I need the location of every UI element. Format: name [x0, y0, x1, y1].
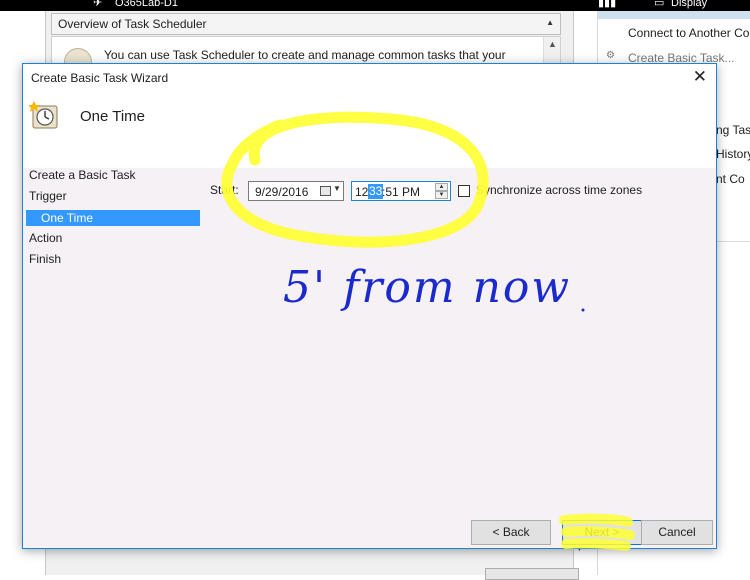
nav-finish[interactable]: Finish — [29, 252, 61, 266]
background-button[interactable] — [485, 568, 579, 580]
overview-text: You can use Task Scheduler to create and… — [104, 48, 506, 62]
monitor-icon: ▭ — [654, 0, 665, 9]
handwritten-annotation: 5' from now — [283, 262, 572, 313]
action-at-con[interactable]: nt Co — [716, 172, 745, 186]
back-button[interactable]: < Back — [471, 520, 551, 545]
spin-down-icon[interactable]: ▼ — [435, 191, 448, 199]
cancel-button[interactable]: Cancel — [641, 520, 713, 545]
wizard-content: Create a Basic Task Trigger One Time Act… — [23, 168, 716, 548]
nav-trigger[interactable]: Trigger — [29, 189, 67, 203]
pin-icon[interactable]: ✈ — [93, 0, 102, 9]
chevron-down-icon[interactable]: ▼ — [333, 184, 341, 193]
sync-time-zones-checkbox[interactable] — [458, 185, 470, 197]
next-button[interactable]: Next > — [562, 520, 642, 545]
page-heading: One Time — [80, 108, 146, 125]
start-time-picker[interactable]: 12: 33 :51 PM ▲ ▼ — [351, 181, 451, 201]
signal-icon: ▮▮▮ — [598, 0, 617, 9]
nav-one-time[interactable]: One Time — [26, 210, 200, 226]
dialog-title: Create Basic Task Wizard — [31, 71, 169, 85]
collapse-icon[interactable]: ▲ — [546, 18, 554, 27]
action-history[interactable]: History — [716, 147, 750, 161]
action-running-tasks[interactable]: ng Tas — [716, 123, 750, 137]
close-icon[interactable]: ✕ — [693, 67, 707, 87]
start-date-picker[interactable]: 9/29/2016 ▼ — [248, 181, 344, 201]
actions-pane-header — [598, 11, 750, 19]
sync-time-zones-label[interactable]: Synchronize across time zones — [476, 183, 642, 197]
action-connect[interactable]: Connect to Another Co — [628, 26, 749, 40]
scroll-up-icon[interactable]: ▲ — [548, 39, 557, 49]
display-label[interactable]: Display — [671, 0, 707, 9]
overview-section-title: Overview of Task Scheduler — [58, 17, 207, 31]
calendar-icon[interactable] — [320, 186, 331, 196]
time-seconds-ampm: :51 PM — [382, 185, 421, 199]
start-label: Start: — [210, 183, 239, 197]
nav-create-basic-task[interactable]: Create a Basic Task — [29, 168, 136, 182]
start-date-value: 9/29/2016 — [255, 185, 309, 199]
spin-up-icon[interactable]: ▲ — [435, 183, 448, 191]
nav-one-time-label: One Time — [41, 211, 94, 225]
vm-name: O365Lab-D1 — [115, 0, 178, 9]
task-icon: ⚙ — [606, 50, 615, 61]
nav-action[interactable]: Action — [29, 231, 62, 245]
remote-session-bar: ✈ O365Lab-D1 ▮▮▮ ▭ Display — [0, 0, 750, 11]
overview-section-header[interactable]: Overview of Task Scheduler ▲ — [51, 13, 561, 35]
wizard-header: One Time — [23, 94, 716, 168]
task-scheduler-clock-icon — [29, 101, 58, 129]
